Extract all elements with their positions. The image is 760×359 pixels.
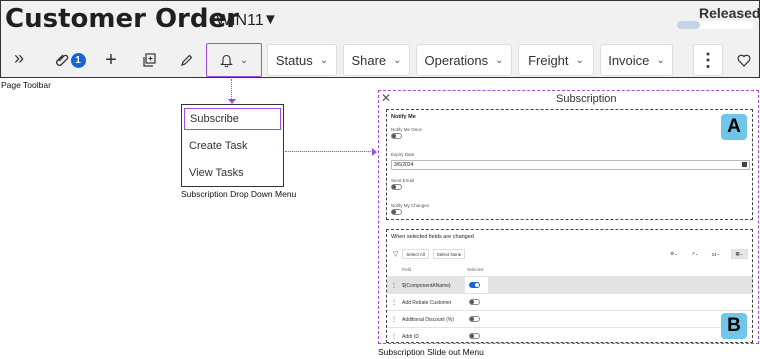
freight-menu-label: Freight (528, 52, 569, 68)
paperclip-icon (55, 54, 68, 66)
chevron-down-icon: ⌄ (656, 54, 665, 66)
operations-menu-label: Operations (424, 52, 489, 68)
attachments-button[interactable]: 1 (53, 44, 87, 76)
bell-icon (219, 54, 233, 67)
menu-item-view-tasks[interactable]: View Tasks (184, 162, 281, 184)
table-row[interactable]: ⋮ Addr ID (387, 327, 752, 342)
field-name: Additional Discount (%) (402, 317, 454, 323)
field-selected-toggle[interactable] (469, 316, 480, 322)
calendar-icon[interactable] (742, 162, 747, 167)
selected-cell (465, 277, 488, 294)
page-title: Customer Order (5, 4, 239, 34)
table-row[interactable]: ⋮ Additional Discount (%) (387, 310, 752, 328)
invoice-menu-button[interactable]: Invoice ⌄ (600, 44, 673, 76)
status-label: Released (699, 5, 760, 21)
send-email-toggle[interactable] (391, 184, 402, 190)
subscription-bell-button[interactable]: ⌄ (206, 43, 262, 77)
column-header-field[interactable]: Field (402, 267, 411, 272)
status-menu-label: Status (275, 52, 313, 68)
status-progress-bar (677, 21, 753, 29)
expiry-date-label: Expiry Date (391, 152, 415, 157)
share-menu-label: Share (351, 52, 387, 68)
attachments-count-badge: 1 (70, 52, 86, 68)
page-size-value: 24 (711, 251, 717, 257)
subscription-slideout-panel: ✕ Subscription Notify Me Notify Me Once … (378, 90, 759, 344)
kebab-icon[interactable]: ⋮ (693, 44, 723, 76)
menu-item-create-task[interactable]: Create Task (184, 135, 281, 157)
marker-a: A (721, 114, 747, 140)
expiry-date-input[interactable]: 3/6/2024 (391, 160, 750, 170)
heart-icon[interactable] (734, 44, 754, 76)
grid-view-icon[interactable]: ▦⌄ (731, 249, 748, 259)
notify-me-heading: Notify Me (391, 114, 416, 120)
drag-handle-icon[interactable]: ⋮ (391, 333, 397, 340)
chevron-down-icon: ⌄ (393, 54, 402, 66)
chevron-down-icon: ⌄ (495, 54, 504, 66)
dropdown-caption: Subscription Drop Down Menu (181, 189, 297, 199)
field-selected-toggle[interactable] (469, 299, 480, 305)
select-none-button[interactable]: Select None (433, 249, 465, 259)
export-icon[interactable]: ↗⌄ (687, 249, 703, 259)
select-all-button[interactable]: Select All (402, 249, 429, 259)
notify-changes-label: Notify My Changes (391, 203, 430, 208)
settings-gear-icon[interactable]: ⚙⌄ (666, 249, 682, 259)
changed-fields-heading: When selected fields are changed (391, 234, 474, 240)
arrowhead-right (372, 148, 377, 156)
marker-b: B (721, 313, 747, 339)
table-row[interactable]: ⋮ ${ComponentAName} (387, 276, 752, 294)
invoice-menu-label: Invoice (608, 52, 650, 68)
share-menu-button[interactable]: Share ⌄ (343, 44, 410, 76)
order-caret-down-icon[interactable]: ▼ (263, 11, 278, 28)
table-row[interactable]: ⋮ Add Rebate Customer (387, 293, 752, 311)
operations-menu-button[interactable]: Operations ⌄ (416, 44, 512, 76)
field-name: ${ComponentAName} (402, 283, 451, 289)
page-size-select[interactable]: 24 ⌄ (708, 249, 724, 259)
selected-cell (465, 328, 488, 342)
column-header-selected[interactable]: Selected (467, 267, 483, 272)
status-progress-fill (677, 21, 700, 29)
chevron-down-icon: ⌄ (239, 54, 249, 66)
chevron-down-icon: ⌄ (575, 54, 584, 66)
chevron-down-icon: ⌄ (319, 54, 329, 66)
field-name: Addr ID (402, 334, 419, 340)
expiry-date-value: 3/6/2024 (394, 162, 414, 168)
drag-handle-icon[interactable]: ⋮ (391, 299, 397, 306)
notify-once-toggle[interactable] (391, 133, 402, 139)
close-icon[interactable]: ✕ (381, 91, 391, 105)
notify-once-label: Notify Me Once (391, 127, 423, 132)
filter-icon[interactable]: ▽ (393, 250, 398, 258)
changed-fields-section: When selected fields are changed ▽ Selec… (386, 229, 753, 343)
duplicate-icon[interactable] (141, 44, 157, 76)
freight-menu-button[interactable]: Freight ⌄ (518, 44, 594, 76)
chevron-double-right-icon[interactable]: » (9, 42, 29, 74)
drag-handle-icon[interactable]: ⋮ (391, 282, 397, 289)
field-name: Add Rebate Customer (402, 300, 452, 306)
field-selected-toggle[interactable] (469, 282, 480, 288)
panel-caption: Subscription Slide out Menu (378, 347, 484, 357)
plus-icon[interactable]: + (103, 44, 119, 76)
pencil-icon[interactable] (178, 44, 194, 76)
drag-handle-icon[interactable]: ⋮ (391, 316, 397, 323)
notify-me-section: Notify Me Notify Me Once Expiry Date 3/6… (386, 109, 753, 220)
status-menu-button[interactable]: Status ⌄ (267, 44, 337, 76)
selected-cell (465, 311, 488, 328)
connector-toolbar-to-dropdown (231, 79, 232, 101)
selected-cell (465, 294, 488, 311)
order-id: WIN11 (216, 12, 264, 29)
page-header: Customer Order WIN11 ▼ Released » 1 + ⌄ … (0, 0, 760, 78)
connector-dropdown-to-panel (285, 151, 373, 152)
notify-changes-toggle[interactable] (391, 209, 402, 215)
menu-item-subscribe[interactable]: Subscribe (184, 108, 281, 130)
toolbar-caption: Page Toolbar (1, 80, 51, 90)
subscription-dropdown-menu: Subscribe Create Task View Tasks (181, 104, 284, 187)
field-selected-toggle[interactable] (469, 333, 480, 339)
send-email-label: Send Email (391, 178, 415, 183)
panel-title: Subscription (556, 93, 617, 105)
